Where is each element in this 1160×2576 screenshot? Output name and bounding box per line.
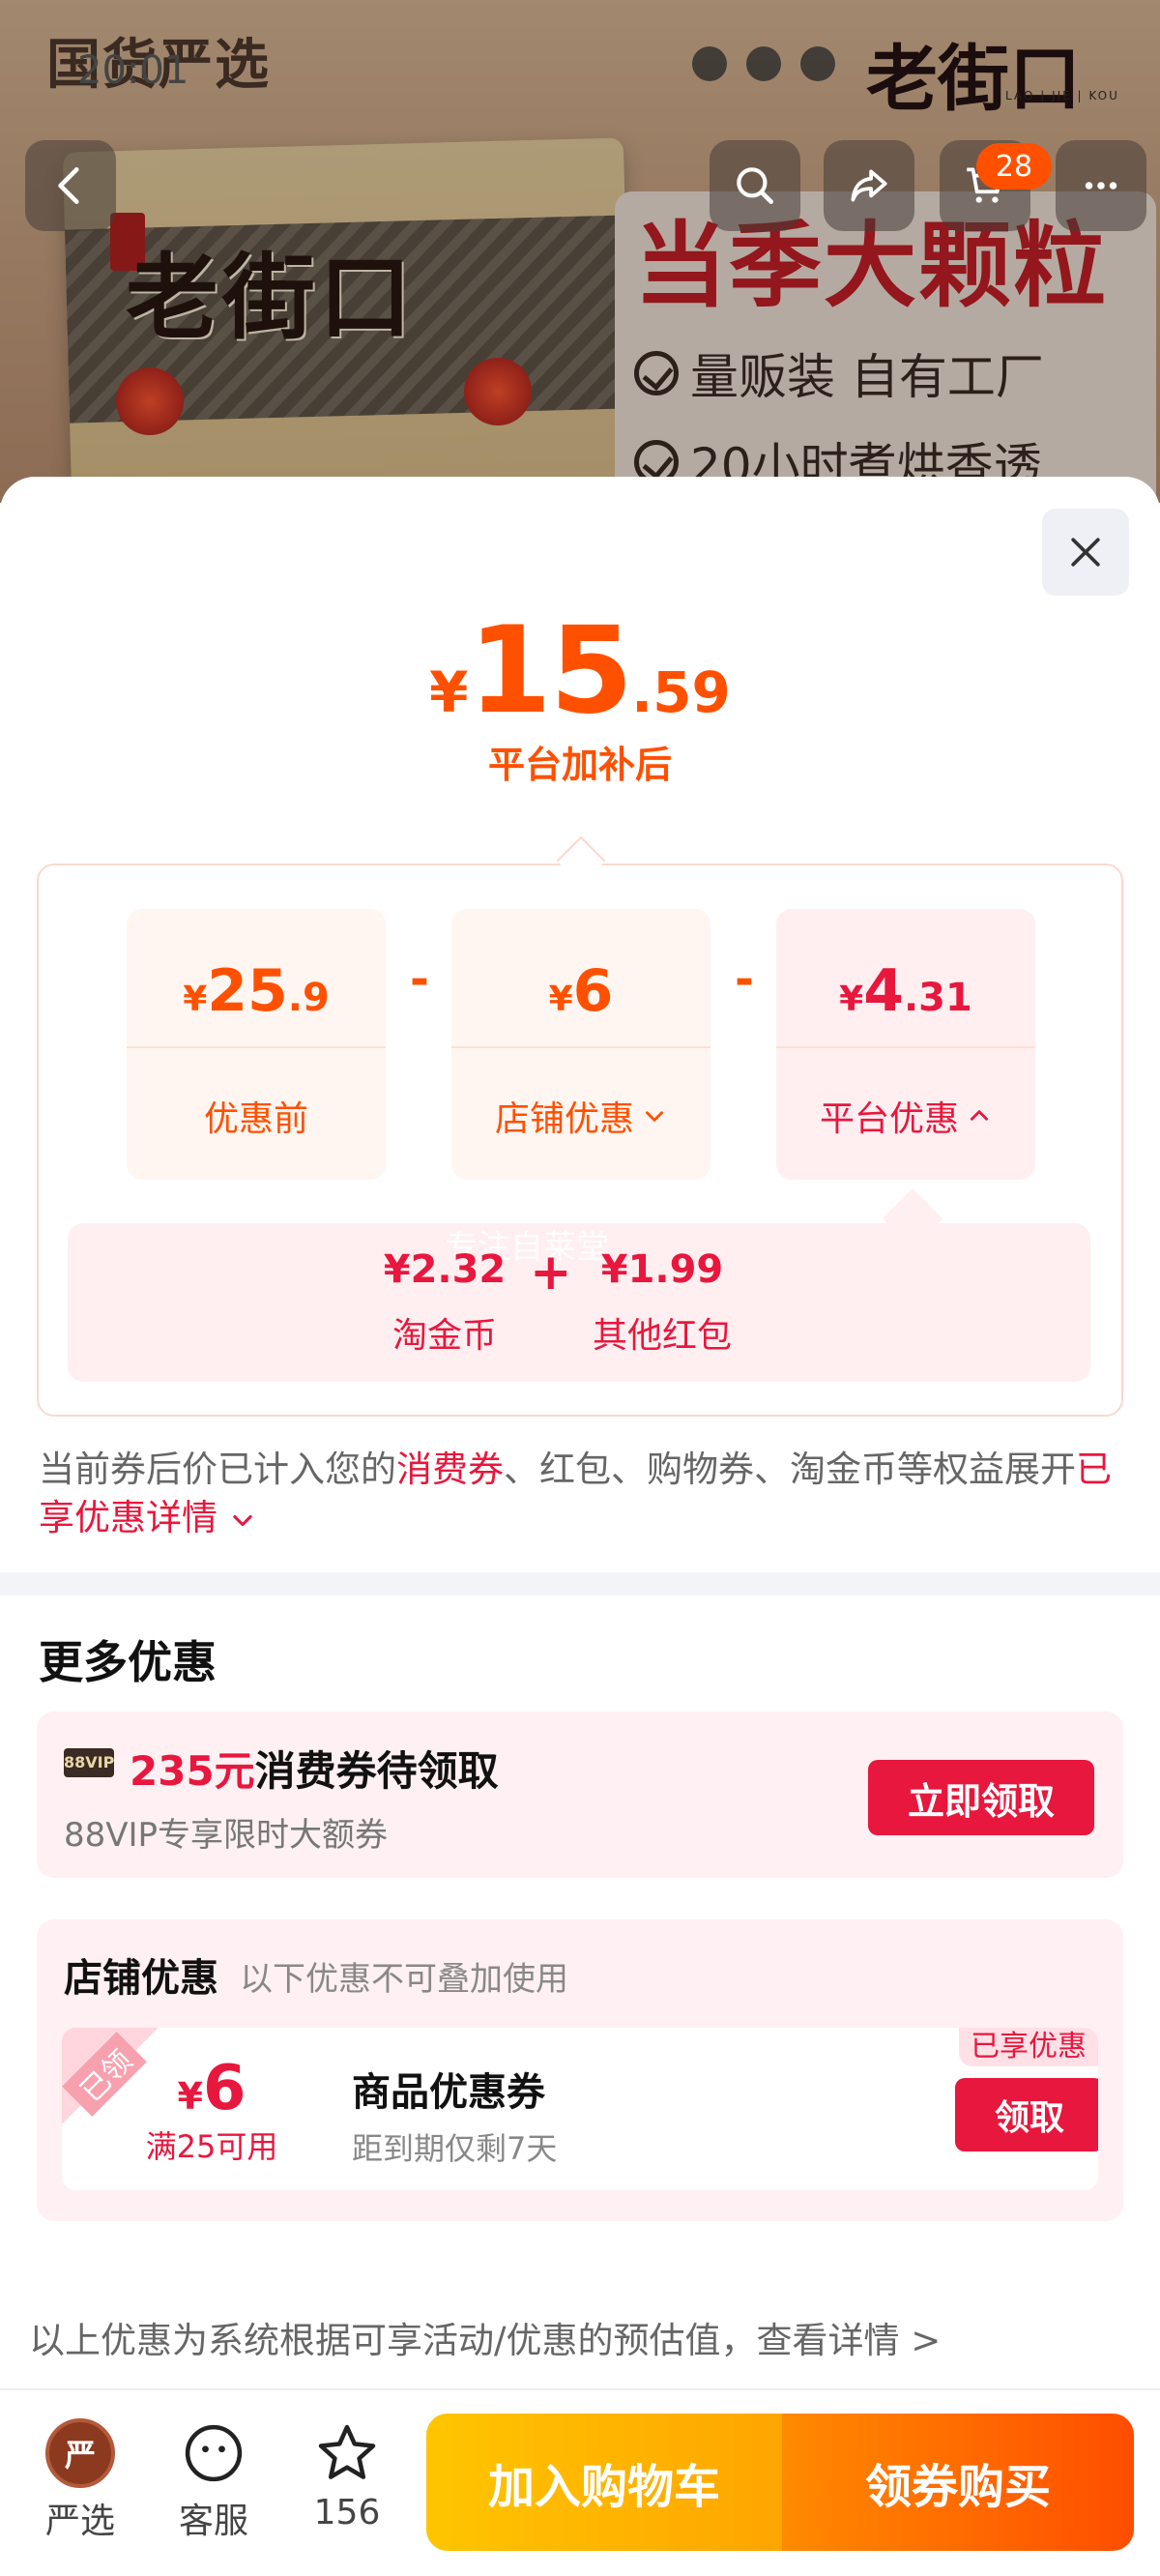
original-price-label: 优惠前 bbox=[203, 1099, 308, 1139]
platform-discount-box[interactable]: ¥4.31 平台优惠 bbox=[776, 909, 1035, 1180]
chevron-left-icon bbox=[58, 167, 79, 204]
coupon-condition: 满25可用 bbox=[145, 2128, 278, 2165]
minus-sign: - bbox=[735, 952, 754, 1007]
consumer-coupon-link[interactable]: 消费券 bbox=[396, 1449, 504, 1490]
shop-coupon-card: 店铺优惠 以下优惠不可叠加使用 已领 ¥6 满25可用 商品优惠券 距到期仅剩7… bbox=[37, 1919, 1123, 2221]
platform-discount-label: 平台优惠 bbox=[819, 1099, 959, 1139]
shop-discount-label: 店铺优惠 bbox=[494, 1099, 634, 1139]
status-icons bbox=[692, 46, 835, 81]
taojinbi-item: ¥2.32 淘金币 bbox=[383, 1247, 507, 1356]
minus-sign: - bbox=[410, 952, 429, 1007]
vip-coupon-title: 235元消费券待领取 bbox=[130, 1747, 499, 1795]
star-icon bbox=[318, 2424, 376, 2479]
customer-service-button[interactable]: 客服 bbox=[160, 2417, 267, 2543]
shop-coupon-subtitle: 以下优惠不可叠加使用 bbox=[240, 1960, 568, 1999]
vip-badge: 88VIP bbox=[64, 1748, 114, 1777]
wifi-icon bbox=[800, 46, 835, 81]
alarm-icon bbox=[692, 46, 727, 81]
original-price-box: ¥25.9 优惠前 bbox=[127, 909, 386, 1180]
store-button[interactable]: 严 严选 bbox=[27, 2417, 133, 2543]
other-red-packet-item: ¥1.99 其他红包 bbox=[592, 1247, 732, 1356]
status-time: 20:01 bbox=[77, 48, 189, 93]
coupon-amount: ¥6 bbox=[177, 2053, 246, 2124]
claim-and-buy-button[interactable]: 领券购买 bbox=[782, 2414, 1134, 2551]
more-button[interactable] bbox=[1056, 140, 1146, 231]
cart-count-badge: 28 bbox=[976, 143, 1052, 190]
chevron-down-icon bbox=[646, 1111, 663, 1122]
brand-logo-sub: LAO | JIE | KOU bbox=[1005, 89, 1119, 102]
claim-now-button[interactable]: 立即领取 bbox=[868, 1760, 1094, 1835]
coupon-expiry: 距到期仅剩7天 bbox=[352, 2130, 558, 2167]
enjoyed-discount-tag: 已享优惠 bbox=[959, 2028, 1098, 2066]
vip-coupon-subtitle: 88VIP专享限时大额券 bbox=[64, 1816, 389, 1855]
discount-note: 当前券后价已计入您的消费券、红包、购物券、淘金币等权益展开已享优惠详情 bbox=[39, 1449, 1112, 1538]
share-button[interactable] bbox=[824, 140, 914, 231]
bluetooth-icon bbox=[746, 46, 781, 81]
coupon-name: 商品优惠券 bbox=[352, 2070, 545, 2115]
shop-coupon-title: 店铺优惠 bbox=[64, 1956, 218, 2001]
shop-discount-box[interactable]: ¥6 店铺优惠 bbox=[451, 909, 710, 1180]
product-coupon: 已领 ¥6 满25可用 商品优惠券 距到期仅剩7天 已享优惠 领取 bbox=[62, 2028, 1098, 2190]
plus-sign: + bbox=[530, 1244, 572, 1302]
add-to-cart-button[interactable]: 加入购物车 bbox=[426, 2414, 782, 2551]
brand-logo-laojiekou: 老街口 bbox=[866, 38, 1081, 121]
claim-coupon-button[interactable]: 领取 bbox=[955, 2078, 1098, 2152]
vip-coupon-card: 88VIP 235元消费券待领取 88VIP专享限时大额券 立即领取 bbox=[37, 1712, 1123, 1878]
store-logo-icon: 严 bbox=[45, 2418, 115, 2488]
favorite-button[interactable]: 156 bbox=[294, 2417, 400, 2532]
chevron-down-icon bbox=[233, 1514, 252, 1526]
close-button[interactable] bbox=[1042, 509, 1129, 596]
section-divider bbox=[0, 1572, 1160, 1595]
disclaimer-link[interactable]: 以上优惠为系统根据可享活动/优惠的预估值，查看详情 > bbox=[29, 2311, 941, 2363]
final-price: ¥15.59 bbox=[429, 601, 731, 741]
chevron-up-icon bbox=[971, 1110, 988, 1121]
close-icon bbox=[1071, 538, 1100, 567]
more-icon bbox=[1085, 182, 1117, 190]
back-button[interactable] bbox=[25, 140, 116, 231]
final-price-caption: 平台加补后 bbox=[487, 744, 672, 786]
more-offers-title: 更多优惠 bbox=[39, 1636, 217, 1688]
customer-service-icon bbox=[185, 2424, 243, 2482]
share-icon bbox=[851, 169, 887, 202]
search-icon bbox=[737, 167, 773, 204]
search-button[interactable] bbox=[710, 140, 800, 231]
